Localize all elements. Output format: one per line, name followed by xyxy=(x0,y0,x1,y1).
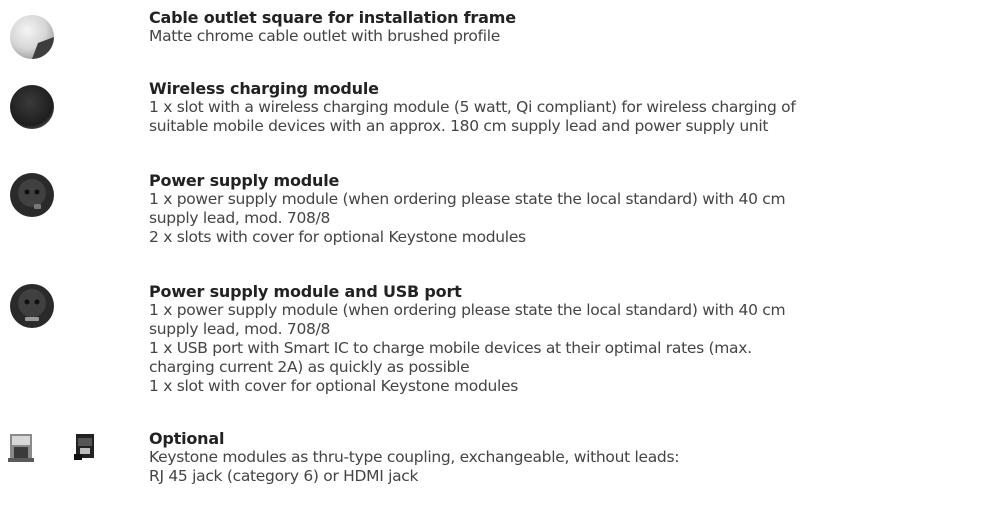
item-line: 1 x slot with a wireless charging module… xyxy=(149,98,796,116)
item-title: Optional xyxy=(149,429,225,448)
item-line: 2 x slots with cover for optional Keysto… xyxy=(149,228,526,246)
item-line: 1 x slot with cover for optional Keyston… xyxy=(149,377,519,395)
item-line: charging current 2A) as quickly as possi… xyxy=(149,358,470,376)
power-socket-usb-icon xyxy=(8,282,56,334)
power-socket-icon xyxy=(8,171,56,223)
item-title: Wireless charging module xyxy=(149,79,379,98)
item-line: supply lead, mod. 708/8 xyxy=(149,209,331,227)
keystone-modules-icon xyxy=(6,430,116,470)
item-line: 1 x power supply module (when ordering p… xyxy=(149,190,786,208)
item-title: Power supply module xyxy=(149,171,340,190)
item-line: Keystone modules as thru-type coupling, … xyxy=(149,448,680,466)
wireless-charger-icon xyxy=(8,83,56,135)
item-line: supply lead, mod. 708/8 xyxy=(149,320,331,338)
item-line: RJ 45 jack (category 6) or HDMI jack xyxy=(149,467,419,485)
cable-outlet-icon xyxy=(8,13,56,65)
item-title: Cable outlet square for installation fra… xyxy=(149,8,516,27)
item-title: Power supply module and USB port xyxy=(149,282,462,301)
item-line: 1 x power supply module (when ordering p… xyxy=(149,301,786,319)
item-line: suitable mobile devices with an approx. … xyxy=(149,117,769,135)
item-line: 1 x USB port with Smart IC to charge mob… xyxy=(149,339,752,357)
item-line: Matte chrome cable outlet with brushed p… xyxy=(149,27,500,45)
